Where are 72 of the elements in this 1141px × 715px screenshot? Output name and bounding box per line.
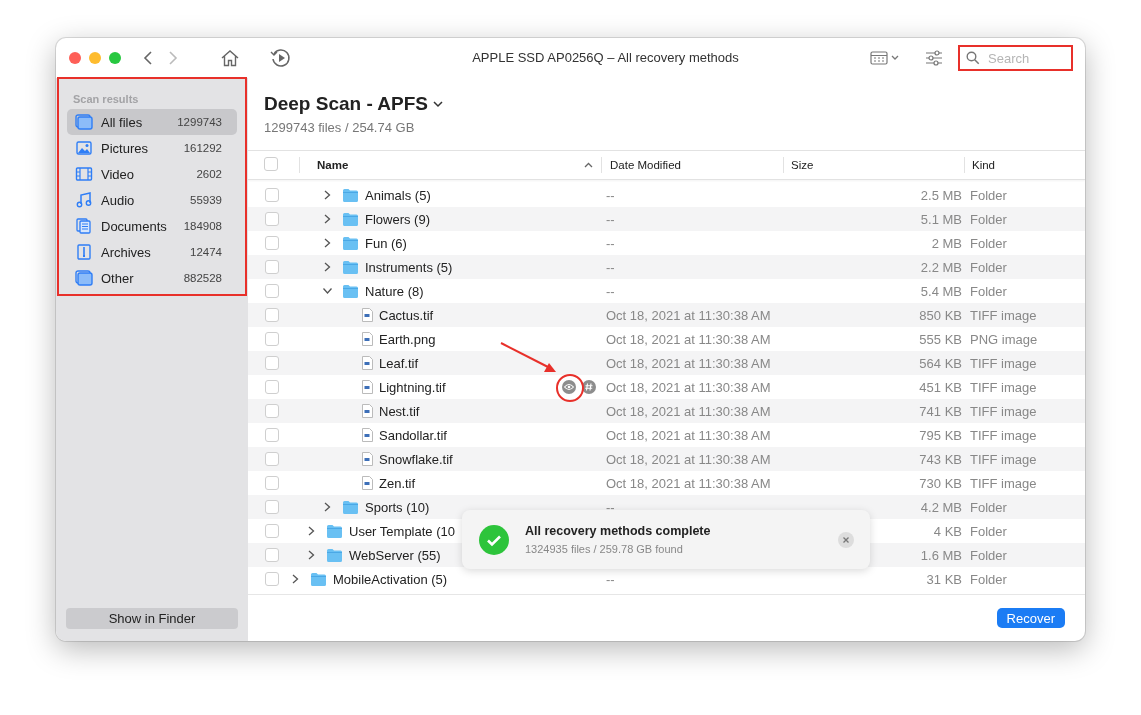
kind-cell-text: Folder: [969, 523, 1007, 539]
kind-cell-text: Folder: [969, 571, 1007, 587]
size-cell-text: 31 KB: [925, 571, 962, 587]
kind-cell-text: Folder: [969, 547, 1007, 563]
date-cell-text: Oct 18, 2021 at 11:30:38 AM: [605, 355, 772, 371]
file-name: Leaf.tif: [379, 355, 419, 371]
file-name: Nature (8): [365, 283, 424, 299]
file-name: Sports (10): [365, 499, 430, 515]
size-cell-text: 5.4 MB: [919, 283, 962, 299]
kind-cell-text: TIFF image: [969, 403, 1037, 419]
file-name: User Template (10: [349, 523, 455, 539]
window-title: APPLE SSD AP0256Q – All recovery methods: [471, 50, 740, 65]
scan-summary: 1299743 files / 254.74 GB: [264, 120, 416, 135]
file-name: Instruments (5): [365, 259, 453, 275]
kind-cell-text: TIFF image: [969, 307, 1037, 323]
file-name: Sandollar.tif: [379, 427, 447, 443]
file-name: Flowers (9): [365, 211, 430, 227]
kind-cell-text: Folder: [969, 235, 1007, 251]
size-cell-text: 1.6 MB: [919, 547, 962, 563]
file-name: Earth.png: [379, 331, 436, 347]
date-cell-text: --: [605, 571, 616, 587]
kind-cell-text: TIFF image: [969, 355, 1037, 371]
kind-cell-text: Folder: [969, 187, 1007, 203]
file-name: Snowflake.tif: [379, 451, 453, 467]
date-cell-text: --: [605, 235, 616, 251]
size-cell-text: 795 KB: [918, 427, 962, 443]
size-cell-text: 555 KB: [918, 331, 962, 347]
file-name: Lightning.tif: [379, 379, 446, 395]
size-cell-text: 5.1 MB: [919, 211, 962, 227]
date-cell-text: --: [605, 211, 616, 227]
file-name: Zen.tif: [379, 475, 416, 491]
size-cell-text: 741 KB: [918, 403, 962, 419]
kind-cell-text: TIFF image: [969, 379, 1037, 395]
size-cell-text: 2.2 MB: [919, 259, 962, 275]
toast-title: All recovery methods complete: [525, 524, 712, 538]
size-cell-text: 4 KB: [932, 523, 962, 539]
date-cell-text: --: [605, 499, 616, 515]
file-name: Cactus.tif: [379, 307, 434, 323]
kind-cell-text: PNG image: [969, 331, 1038, 347]
size-cell-text: 2.5 MB: [919, 187, 962, 203]
kind-cell-text: Folder: [969, 283, 1007, 299]
kind-cell-text: Folder: [969, 499, 1007, 515]
size-cell-text: 4.2 MB: [919, 499, 962, 515]
date-cell-text: Oct 18, 2021 at 11:30:38 AM: [605, 331, 772, 347]
size-cell-text: 743 KB: [918, 451, 962, 467]
date-cell-text: --: [605, 259, 616, 275]
date-cell-text: --: [605, 283, 616, 299]
kind-cell-text: Folder: [969, 259, 1007, 275]
size-cell-text: 850 KB: [918, 307, 962, 323]
kind-cell-text: TIFF image: [969, 427, 1037, 443]
file-name: Animals (5): [365, 187, 431, 203]
date-cell-text: --: [605, 187, 616, 203]
size-cell-text: 451 KB: [918, 379, 962, 395]
date-cell-text: Oct 18, 2021 at 11:30:38 AM: [605, 403, 772, 419]
size-cell-text: 2 MB: [930, 235, 962, 251]
date-cell-text: Oct 18, 2021 at 11:30:38 AM: [605, 427, 772, 443]
kind-cell-text: TIFF image: [969, 475, 1037, 491]
size-cell-text: 730 KB: [918, 475, 962, 491]
file-name: WebServer (55): [349, 547, 441, 563]
date-cell-text: Oct 18, 2021 at 11:30:38 AM: [605, 475, 772, 491]
size-cell-text: 564 KB: [918, 355, 962, 371]
kind-cell-text: TIFF image: [969, 451, 1037, 467]
kind-cell-text: Folder: [969, 211, 1007, 227]
scan-title: Deep Scan - APFS: [264, 93, 428, 115]
file-name: Fun (6): [365, 235, 407, 251]
date-cell-text: Oct 18, 2021 at 11:30:38 AM: [605, 379, 772, 395]
section-heading: Scan results: [72, 93, 140, 105]
date-cell-text: Oct 18, 2021 at 11:30:38 AM: [605, 307, 772, 323]
date-cell-text: Oct 18, 2021 at 11:30:38 AM: [605, 451, 772, 467]
file-name: Nest.tif: [379, 403, 420, 419]
file-name: MobileActivation (5): [333, 571, 448, 587]
toast-detail: 1324935 files / 259.78 GB found: [525, 543, 684, 555]
